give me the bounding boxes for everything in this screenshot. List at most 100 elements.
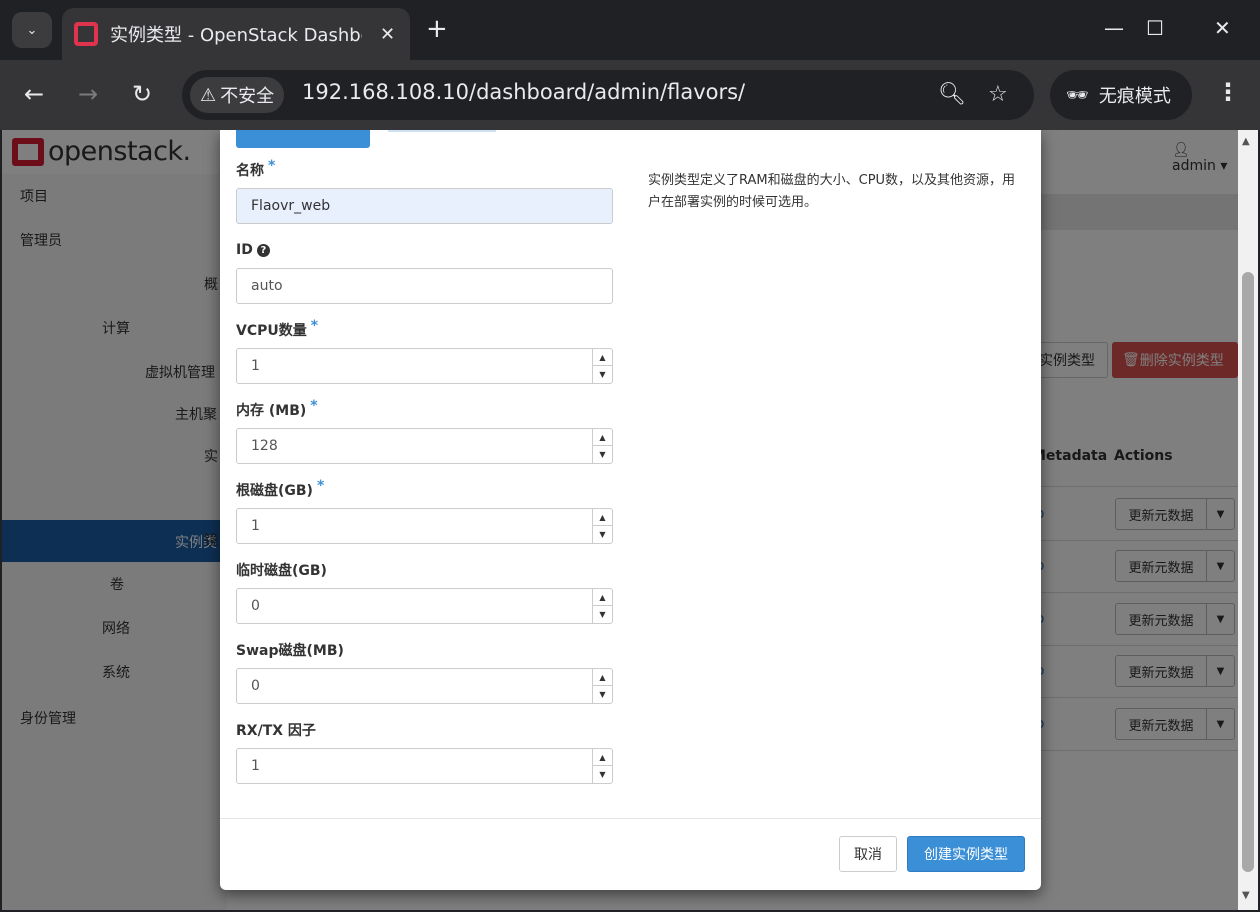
incognito-label: 无痕模式 [1098, 86, 1171, 107]
tab-search-dropdown[interactable]: ⌄ [12, 12, 52, 48]
name-label: 名称 [236, 163, 264, 179]
browser-tab-active[interactable]: 实例类型 - OpenStack Dashboard ✕ [62, 8, 410, 60]
back-arrow-icon[interactable]: ← [24, 80, 44, 108]
spin-down-icon[interactable]: ▼ [593, 446, 612, 463]
minimize-icon[interactable]: — [1104, 16, 1124, 40]
spin-down-icon[interactable]: ▼ [593, 766, 612, 783]
required-marker: * [268, 158, 276, 174]
rxtx-value: 1 [251, 758, 260, 774]
disk-value: 1 [251, 518, 260, 534]
vcpu-label: VCPU数量 [236, 323, 307, 339]
ephemeral-value: 0 [251, 598, 260, 614]
rxtx-input[interactable]: 1 ▲ ▼ [236, 748, 613, 784]
vcpu-value: 1 [251, 358, 260, 374]
cancel-button[interactable]: 取消 [839, 836, 897, 872]
incognito-icon: 🕶︎ [1066, 84, 1089, 106]
rxtx-label-row: RX/TX 因子 [236, 720, 613, 740]
required-marker: * [310, 318, 319, 334]
swap-label: Swap磁盘(MB) [236, 643, 344, 659]
name-label-row: 名称 * [236, 158, 613, 180]
help-circle-icon[interactable]: ? [256, 243, 270, 257]
page-viewport: openstack. 👤︎ admin ▾ 项目 管理员 概 计算 虚拟机管理 … [2, 130, 1258, 910]
address-bar[interactable]: ⚠ 不安全 192.168.108.10/dashboard/admin/fla… [182, 70, 1034, 120]
chevron-down-icon: ⌄ [26, 22, 38, 38]
name-value: Flaovr_web [251, 198, 331, 214]
disk-group: 根磁盘(GB) * 1 ▲ ▼ [236, 478, 613, 544]
swap-label-row: Swap磁盘(MB) [236, 640, 613, 660]
zoom-icon[interactable]: 🔍︎ [938, 82, 966, 107]
id-placeholder: auto [251, 278, 283, 294]
tab-title: 实例类型 - OpenStack Dashboard [110, 25, 362, 46]
incognito-chip[interactable]: 🕶︎ 无痕模式 [1050, 70, 1192, 120]
scroll-up-icon[interactable]: ▲ [1242, 136, 1250, 147]
security-label: 不安全 [220, 86, 275, 107]
page-scrollbar[interactable]: ▲ ▼ [1238, 130, 1258, 910]
ephemeral-input[interactable]: 0 ▲ ▼ [236, 588, 613, 624]
disk-input[interactable]: 1 ▲ ▼ [236, 508, 613, 544]
spin-up-icon[interactable]: ▲ [593, 509, 612, 526]
vcpu-spinner: ▲ ▼ [592, 349, 612, 383]
id-label: ID [236, 242, 253, 258]
forward-arrow-icon[interactable]: → [78, 80, 98, 108]
bookmark-star-icon[interactable]: ☆ [988, 82, 1008, 107]
browser-tabbar: ⌄ 实例类型 - OpenStack Dashboard ✕ + — ☐ ✕ [0, 0, 1260, 60]
disk-label: 根磁盘(GB) [236, 483, 313, 499]
required-marker: * [310, 398, 318, 414]
ram-input[interactable]: 128 ▲ ▼ [236, 428, 613, 464]
ephemeral-label: 临时磁盘(GB) [236, 563, 327, 579]
name-input[interactable]: Flaovr_web [236, 188, 613, 224]
spin-up-icon[interactable]: ▲ [593, 349, 612, 366]
maximize-icon[interactable]: ☐ [1146, 16, 1164, 40]
ephemeral-label-row: 临时磁盘(GB) [236, 560, 613, 580]
vcpu-input[interactable]: 1 ▲ ▼ [236, 348, 613, 384]
scroll-down-icon[interactable]: ▼ [1242, 890, 1250, 901]
warning-triangle-icon: ⚠ [200, 84, 217, 106]
spin-down-icon[interactable]: ▼ [593, 526, 612, 543]
ram-label: 内存 (MB) [236, 403, 307, 419]
spin-down-icon[interactable]: ▼ [593, 366, 612, 383]
spin-up-icon[interactable]: ▲ [593, 429, 612, 446]
modal-footer-divider [220, 818, 1041, 819]
required-marker: * [316, 478, 325, 494]
spin-up-icon[interactable]: ▲ [593, 589, 612, 606]
id-group: ID? auto [236, 240, 613, 304]
swap-spinner: ▲ ▼ [592, 669, 612, 703]
id-label-row: ID? [236, 240, 613, 260]
browser-menu-icon[interactable]: ⋮ [1216, 78, 1240, 106]
scroll-thumb[interactable] [1242, 272, 1254, 872]
reload-icon[interactable]: ↻ [132, 80, 152, 108]
ram-value: 128 [251, 438, 278, 454]
create-flavor-modal: 名称 * Flaovr_web ID? auto VCPU数量 * 1 ▲ ▼ 内存 … [220, 130, 1041, 890]
rxtx-spinner: ▲ ▼ [592, 749, 612, 783]
tab-flavor-info[interactable] [236, 130, 370, 148]
spin-up-icon[interactable]: ▲ [593, 669, 612, 686]
tab-flavor-access[interactable] [388, 130, 496, 132]
spin-up-icon[interactable]: ▲ [593, 749, 612, 766]
spin-down-icon[interactable]: ▼ [593, 606, 612, 623]
disk-spinner: ▲ ▼ [592, 509, 612, 543]
openstack-favicon-icon [74, 22, 98, 46]
create-flavor-submit-button[interactable]: 创建实例类型 [907, 836, 1025, 872]
ram-group: 内存 (MB) * 128 ▲ ▼ [236, 398, 613, 464]
ram-label-row: 内存 (MB) * [236, 398, 613, 420]
vcpu-label-row: VCPU数量 * [236, 318, 613, 340]
id-input[interactable]: auto [236, 268, 613, 304]
swap-input[interactable]: 0 ▲ ▼ [236, 668, 613, 704]
flavor-description: 实例类型定义了RAM和磁盘的大小、CPU数，以及其他资源，用户在部署实例的时候可… [648, 173, 1016, 210]
vcpu-group: VCPU数量 * 1 ▲ ▼ [236, 318, 613, 384]
disk-label-row: 根磁盘(GB) * [236, 478, 613, 500]
ram-spinner: ▲ ▼ [592, 429, 612, 463]
name-group: 名称 * Flaovr_web [236, 158, 613, 224]
ephemeral-group: 临时磁盘(GB) 0 ▲ ▼ [236, 560, 613, 624]
swap-group: Swap磁盘(MB) 0 ▲ ▼ [236, 640, 613, 704]
swap-value: 0 [251, 678, 260, 694]
ephemeral-spinner: ▲ ▼ [592, 589, 612, 623]
window-close-icon[interactable]: ✕ [1214, 16, 1231, 40]
url-text[interactable]: 192.168.108.10/dashboard/admin/flavors/ [302, 80, 745, 104]
browser-toolbar: ← → ↻ ⚠ 不安全 192.168.108.10/dashboard/adm… [0, 60, 1260, 130]
new-tab-icon[interactable]: + [426, 14, 448, 44]
rxtx-label: RX/TX 因子 [236, 723, 316, 739]
security-chip[interactable]: ⚠ 不安全 [190, 77, 285, 113]
close-tab-icon[interactable]: ✕ [380, 24, 395, 45]
spin-down-icon[interactable]: ▼ [593, 686, 612, 703]
